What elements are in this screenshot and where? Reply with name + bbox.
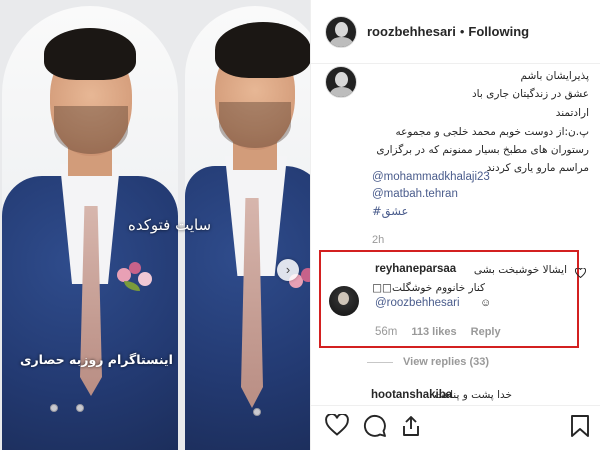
hashtag-link[interactable]: #عشق — [372, 204, 408, 218]
mention-link[interactable]: @mohammadkhalaji23 — [372, 171, 490, 183]
caption-timestamp[interactable]: 2h — [372, 234, 384, 246]
comment-text-line1: ایشالا خوشبخت بشی — [473, 264, 567, 276]
comment-likes[interactable]: 113 likes — [411, 326, 456, 338]
comment-mention-link[interactable]: @roozbehhesari — [375, 297, 460, 309]
following-button[interactable]: Following — [468, 24, 529, 39]
comment-username[interactable]: reyhaneparsaa — [375, 263, 456, 275]
caption-line: پ.ن:از دوست خوبم محمد خلجی و مجموعه — [395, 126, 589, 138]
highlighted-comment: reyhaneparsaa ایشالا خوشبخت بشی کنار خان… — [319, 250, 579, 348]
post-header: roozbehhesari • Following — [311, 0, 600, 64]
caption-line: عشق در زندگیتان جاری باد — [471, 88, 589, 100]
caption-line: رستوران های مطبخ بسیار ممنونم که در برگز… — [376, 144, 589, 156]
post-actions-bar — [311, 405, 600, 450]
view-replies-label: View replies (33) — [403, 356, 490, 368]
caption-line: ارادتمند — [555, 107, 589, 119]
comment-timestamp[interactable]: 56m — [375, 326, 397, 338]
watermark-site: سایت فتوکده — [128, 216, 212, 234]
heart-outline-icon[interactable] — [574, 267, 587, 281]
watermark-instagram: اینستاگرام روزبه حصاری — [20, 352, 173, 367]
share-icon[interactable] — [399, 414, 423, 438]
reply-button[interactable]: Reply — [471, 326, 501, 338]
comment-text: خدا پشت و پناهت — [434, 389, 512, 401]
header-separator: • — [459, 24, 465, 39]
bookmark-icon[interactable] — [569, 414, 593, 438]
caption-line: مراسم مارو یاری کردند — [486, 162, 589, 174]
avatar[interactable] — [325, 15, 357, 48]
comment-meta: 56m 113 likes Reply — [375, 326, 501, 338]
comment-text-line2: کنار خانووم خوشگلت□□ — [372, 282, 485, 294]
heart-icon[interactable] — [325, 412, 349, 438]
caption-line: پذیرایشان باشم — [520, 70, 589, 82]
chevron-right-icon[interactable]: › — [277, 259, 299, 281]
post-photo[interactable]: سایت فتوکده اینستاگرام روزبه حصاری › — [0, 0, 310, 450]
comment-icon[interactable] — [363, 414, 387, 438]
replies-divider — [367, 361, 393, 363]
mention-link[interactable]: @matbah.tehran — [372, 188, 458, 200]
post-caption: پذیرایشان باشم عشق در زندگیتان جاری باد … — [311, 64, 600, 250]
smile-emoji: ☺ — [480, 297, 492, 309]
header-username[interactable]: roozbehhesari — [367, 24, 456, 39]
post-side-panel: roozbehhesari • Following پذیرایشان باشم… — [310, 0, 600, 450]
comment-avatar[interactable] — [329, 286, 359, 316]
caption-avatar[interactable] — [325, 66, 357, 98]
view-replies-button[interactable]: View replies (33) — [367, 356, 489, 368]
